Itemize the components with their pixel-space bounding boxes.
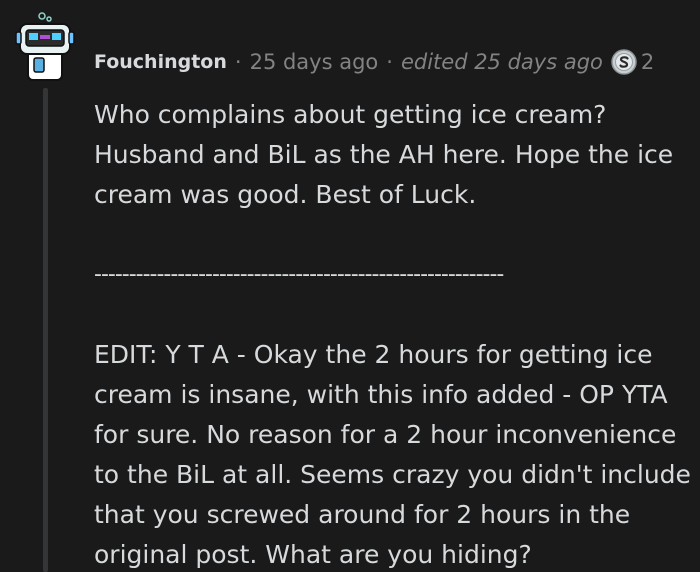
robot-avatar-icon xyxy=(15,12,75,81)
timestamp-link[interactable]: 25 days ago xyxy=(250,50,379,74)
username-link[interactable]: Fouchington xyxy=(94,51,227,73)
comment-paragraph-edit: EDIT: Y T A - Okay the 2 hours for getti… xyxy=(94,340,691,569)
comment: Fouchington · 25 days ago · edited 25 da… xyxy=(0,0,700,572)
meta-separator: · xyxy=(234,50,242,74)
award-count: 2 xyxy=(640,50,655,74)
comment-body: Who complains about getting ice cream? H… xyxy=(94,95,694,572)
thread-collapse-line[interactable] xyxy=(43,88,48,572)
comment-divider-text: ----------------------------------------… xyxy=(94,262,504,287)
edited-label: edited 25 days ago xyxy=(400,50,603,74)
comment-meta: Fouchington · 25 days ago · edited 25 da… xyxy=(94,44,654,80)
meta-separator: · xyxy=(386,50,393,74)
comment-paragraph: Who complains about getting ice cream? H… xyxy=(94,100,674,209)
silver-award-icon xyxy=(611,49,637,75)
user-avatar[interactable] xyxy=(14,10,76,82)
award-badge[interactable]: 2 xyxy=(611,49,654,75)
